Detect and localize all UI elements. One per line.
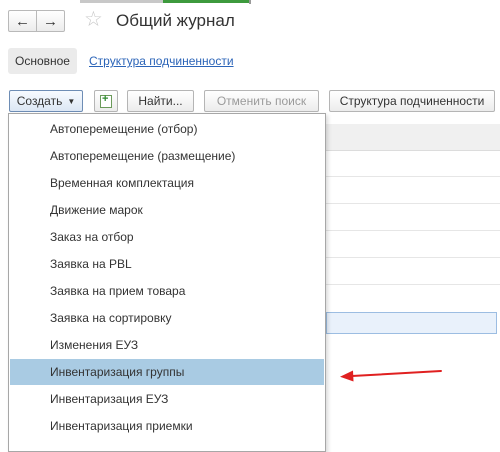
- table-header: [326, 124, 500, 151]
- annotation-arrow-icon: [340, 370, 442, 382]
- add-document-icon: [100, 93, 112, 108]
- menu-item-temporary-kitting[interactable]: Временная комплектация: [10, 170, 324, 196]
- table-row[interactable]: [326, 176, 500, 177]
- favorite-star-icon[interactable]: ☆: [84, 9, 103, 30]
- back-button[interactable]: ←: [8, 10, 37, 32]
- create-button-label: Создать: [16, 94, 63, 108]
- menu-item-pick-order[interactable]: Заказ на отбор: [10, 224, 324, 250]
- chevron-down-icon: ▼: [67, 96, 76, 106]
- find-button[interactable]: Найти...: [127, 90, 194, 112]
- table-row[interactable]: [326, 284, 500, 285]
- top-tab-strip: [0, 0, 500, 4]
- menu-item-auto-move-placement[interactable]: Автоперемещение (размещение): [10, 143, 324, 169]
- subordination-structure-button[interactable]: Структура подчиненности: [329, 90, 495, 112]
- tab-main[interactable]: Основное: [8, 48, 77, 74]
- table-row[interactable]: [326, 203, 500, 204]
- table-row[interactable]: [326, 257, 500, 258]
- table-row-selected[interactable]: [326, 312, 497, 334]
- create-button[interactable]: Создать ▼: [9, 90, 83, 112]
- journal-table: [326, 124, 500, 452]
- table-row[interactable]: [326, 230, 500, 231]
- forward-arrow-icon: →: [43, 12, 58, 30]
- create-dropdown-menu: Автоперемещение (отбор) Автоперемещение …: [8, 113, 326, 452]
- menu-item-pbl-request[interactable]: Заявка на PBL: [10, 251, 324, 277]
- subordination-structure-link[interactable]: Структура подчиненности: [89, 54, 234, 68]
- tab-strip-active: [163, 0, 249, 3]
- menu-item-goods-receipt-request[interactable]: Заявка на прием товара: [10, 278, 324, 304]
- menu-item-receipt-inventory[interactable]: Инвентаризация приемки: [10, 413, 324, 439]
- menu-item-sorting-request[interactable]: Заявка на сортировку: [10, 305, 324, 331]
- cancel-search-button[interactable]: Отменить поиск: [204, 90, 319, 112]
- menu-item-euz-inventory[interactable]: Инвентаризация ЕУЗ: [10, 386, 324, 412]
- page-title: Общий журнал: [116, 11, 235, 30]
- add-document-button[interactable]: [94, 90, 118, 112]
- menu-item-euz-changes[interactable]: Изменения ЕУЗ: [10, 332, 324, 358]
- forward-button[interactable]: →: [36, 10, 65, 32]
- menu-item-auto-move-pick[interactable]: Автоперемещение (отбор): [10, 116, 324, 142]
- back-arrow-icon: ←: [15, 12, 30, 30]
- menu-item-mark-movement[interactable]: Движение марок: [10, 197, 324, 223]
- menu-item-group-inventory[interactable]: Инвентаризация группы: [10, 359, 324, 385]
- tab-strip-divider: [249, 0, 251, 4]
- tab-strip-inactive: [80, 0, 163, 3]
